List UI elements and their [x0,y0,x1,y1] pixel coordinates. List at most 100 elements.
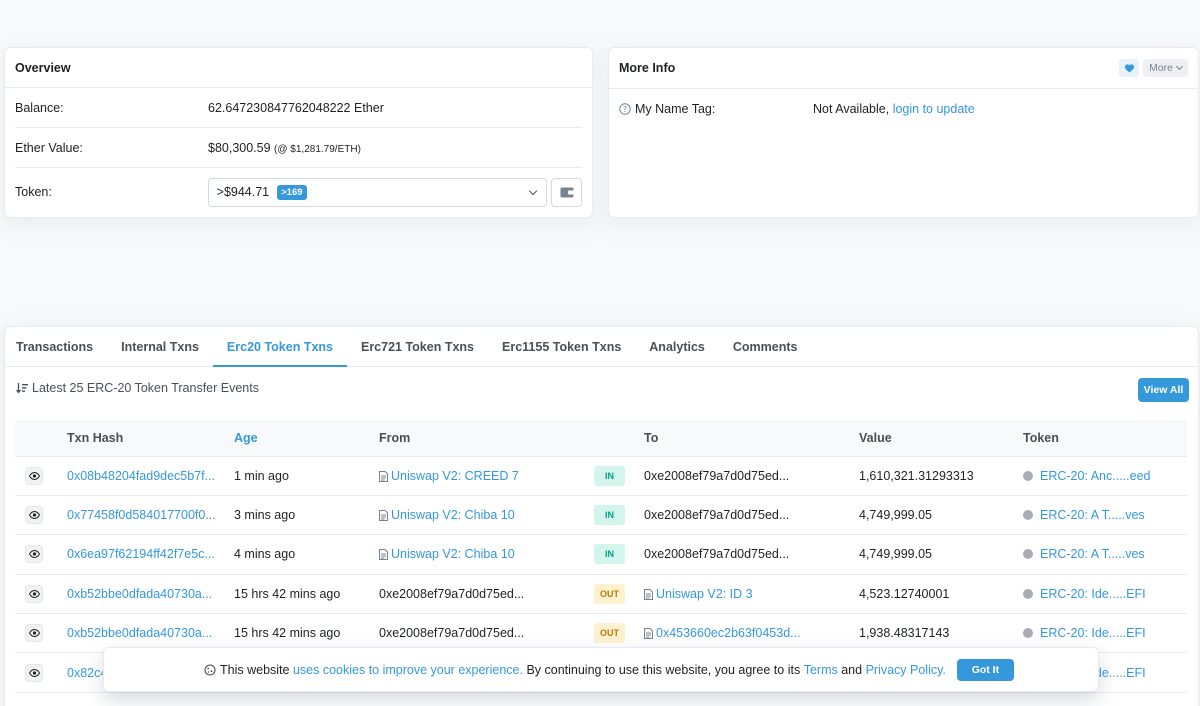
chevron-down-icon [1175,62,1184,71]
token-cell[interactable]: ERC-20: Anc.....eed [1013,456,1187,496]
tab-erc721-token-txns[interactable]: Erc721 Token Txns [347,327,488,366]
chevron-down-icon [528,186,538,195]
name-tag-row: ? My Name Tag: Not Available, login to u… [619,89,1188,129]
balance-label: Balance: [15,100,64,115]
direction-cell: IN [584,456,634,496]
login-link[interactable]: login to update [893,102,975,116]
more-info-header: More Info More [609,48,1198,89]
token-logo-icon [1023,588,1033,599]
to-cell: 0xe2008ef79a7d0d75ed... [634,456,849,496]
value-cell: 4,749,999.05 [849,534,1013,575]
column-header-age[interactable]: Age [224,420,369,457]
token-label: Token: [15,185,52,199]
to-cell: 0xe2008ef79a7d0d75ed... [634,495,849,536]
age-cell: 3 mins ago [224,495,369,536]
from-cell[interactable]: Uniswap V2: CREED 7 [369,456,584,496]
table-row: 0xb52bbe0dfada40730a... 15 hrs 42 mins ag… [15,574,1187,615]
name-tag-label-wrap: ? My Name Tag: [619,102,813,116]
overview-title: Overview [5,48,592,88]
question-circle-icon: ? [619,103,631,115]
more-button[interactable]: More [1143,59,1188,77]
name-tag-label: My Name Tag: [635,102,716,116]
to-cell: 0xe2008ef79a7d0d75ed... [634,534,849,575]
view-cell [15,574,57,615]
contract-icon [379,470,388,482]
privacy-policy-link[interactable]: Privacy Policy. [866,663,946,677]
more-info-title: More Info [619,61,676,75]
column-header-token: Token [1013,420,1187,457]
eye-icon[interactable] [25,663,43,682]
view-cell [15,652,57,693]
transfer-summary: Latest 25 ERC-20 Token Transfer Events [16,381,259,395]
ether-price-note: (@ $1,281.79/ETH) [274,143,361,155]
eye-icon[interactable] [25,584,43,603]
contract-icon [379,549,388,561]
cookie-icon [204,663,216,676]
txn-hash-link[interactable]: 0x08b48204fad9dec5b7f... [57,456,224,496]
token-dropdown[interactable]: >$944.71 >169 [207,177,548,207]
direction-badge: IN [594,465,625,486]
cookie-banner: This website uses cookies to improve you… [103,647,1099,692]
table-row: 0x08b48204fad9dec5b7f... 1 min ago Uniswap… [15,456,1187,496]
ether-value-label: Ether Value: [15,140,83,155]
tab-internal-txns[interactable]: Internal Txns [107,327,213,366]
direction-badge: IN [594,505,625,526]
got-it-button[interactable]: Got It [956,658,1014,681]
eye-icon[interactable] [25,506,43,525]
tab-erc20-token-txns[interactable]: Erc20 Token Txns [212,327,348,367]
txn-hash-link[interactable]: 0xb52bbe0dfada40730a... [57,574,224,615]
column-header-value: Value [849,420,1013,457]
cookie-policy-link[interactable]: uses cookies to improve your experience. [293,663,523,677]
overview-card: Overview Balance: 62.647230847762048222 … [4,47,593,218]
token-logo-icon [1023,628,1033,639]
svg-text:?: ? [623,105,627,114]
token-cell[interactable]: ERC-20: A T.....ves [1013,534,1187,575]
tab-bar: Transactions Internal Txns Erc20 Token Txn… [5,327,1198,367]
direction-cell: IN [584,495,634,536]
from-cell: 0xe2008ef79a7d0d75ed... [369,574,584,615]
txn-hash-link[interactable]: 0x6ea97f62194ff42f7e5c... [57,534,224,575]
column-header-txn-hash: Txn Hash [57,420,224,457]
eye-icon[interactable] [25,545,43,564]
balance-row: Balance: 62.647230847762048222 Ether [15,88,582,128]
cookie-text-2: By continuing to use this website, you a… [526,662,801,677]
tab-comments[interactable]: Comments [719,327,812,366]
column-header-from: From [369,420,584,457]
cookie-text-1: This website [220,662,290,677]
ether-value: $80,300.59 (@ $1,281.79/ETH) [208,141,582,155]
eye-icon[interactable] [25,624,43,643]
summary-text: Latest 25 ERC-20 Token Transfer Events [32,381,259,395]
age-cell: 15 hrs 42 mins ago [224,574,369,615]
direction-badge: IN [594,544,625,565]
token-logo-icon [1023,470,1033,481]
token-cell[interactable]: ERC-20: Ide.....EFI [1013,574,1187,615]
name-tag-value: Not Available, login to update [813,102,1188,116]
view-cell [15,456,57,496]
more-info-actions: More [1119,59,1188,77]
tab-erc1155-token-txns[interactable]: Erc1155 Token Txns [488,327,635,366]
token-cell[interactable]: ERC-20: A T.....ves [1013,495,1187,536]
tab-analytics[interactable]: Analytics [635,327,719,366]
contract-icon [379,510,388,522]
direction-badge: OUT [594,583,625,604]
tab-transactions[interactable]: Transactions [5,327,107,366]
eye-icon[interactable] [25,466,43,485]
contract-icon [644,588,653,600]
contract-icon [644,628,653,640]
wallet-button[interactable] [551,177,582,207]
more-info-card: More Info More ? My Name Tag: Not Availa… [608,47,1199,218]
terms-link[interactable]: Terms [804,663,838,677]
to-cell[interactable]: Uniswap V2: ID 3 [634,574,849,615]
token-value: >$944.71 [216,185,270,199]
view-all-button[interactable]: View All [1138,378,1189,402]
ether-value-row: Ether Value: $80,300.59 (@ $1,281.79/ETH… [15,128,582,168]
from-cell[interactable]: Uniswap V2: Chiba 10 [369,534,584,575]
from-cell[interactable]: Uniswap V2: Chiba 10 [369,495,584,536]
favorite-button[interactable] [1119,59,1140,77]
txn-hash-link[interactable]: 0x77458f0d584017700f0... [57,495,224,536]
view-cell [15,495,57,536]
wallet-icon [560,187,574,197]
view-cell [15,534,57,575]
value-cell: 4,749,999.05 [849,495,1013,536]
token-row: Token: >$944.71 >169 [15,168,582,216]
